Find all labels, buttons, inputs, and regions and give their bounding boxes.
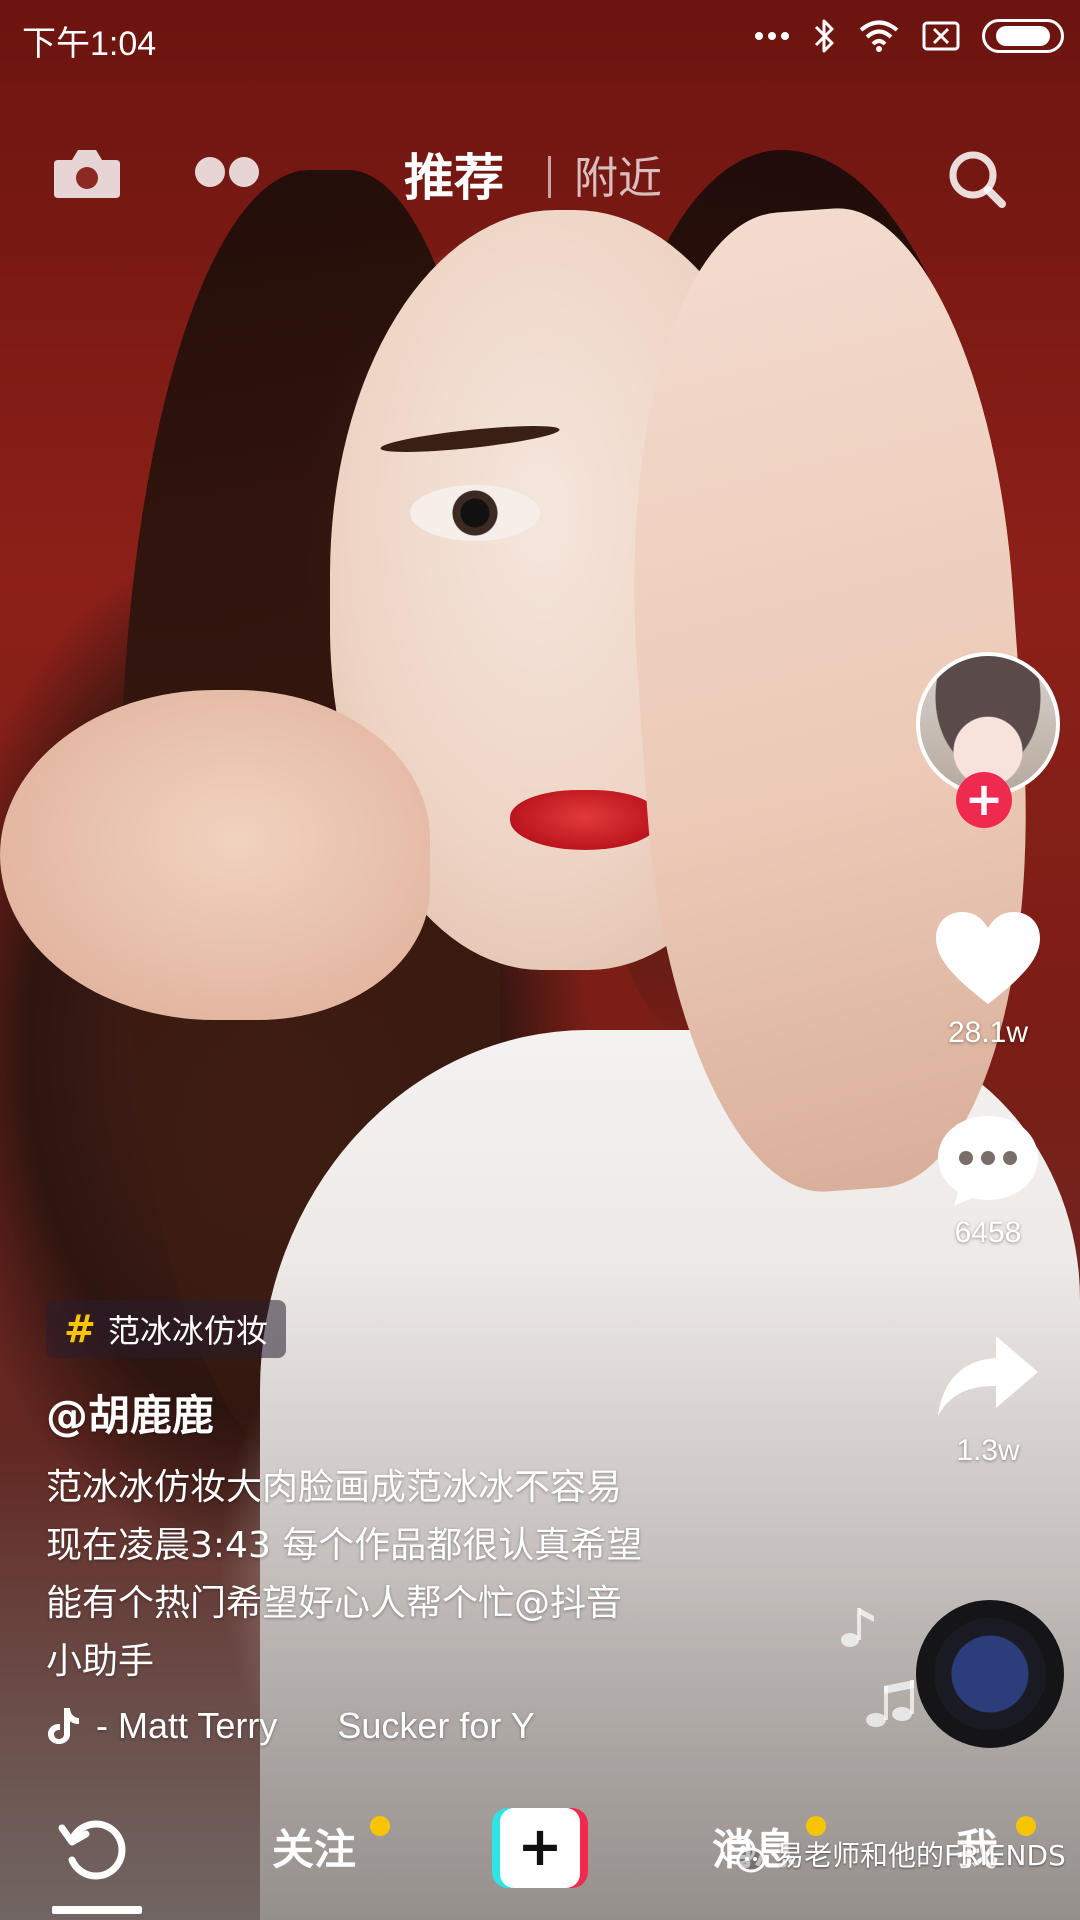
action-rail: + 28.1w 6458 1.3w [900, 640, 1080, 1770]
video-caption: # 范冰冰仿妆 @胡鹿鹿 范冰冰仿妆大肉脸画成范冰冰不容易 现在凌晨3:43 每… [46, 1300, 786, 1747]
nav-follow[interactable]: 关注 [272, 1816, 356, 1877]
comment-button[interactable]: 6458 [920, 1110, 1056, 1250]
battery-icon [982, 19, 1064, 53]
plus-icon: + [500, 1808, 580, 1888]
messages-badge-dot [806, 1816, 826, 1836]
music-info[interactable]: - Matt Terry Sucker for Y [46, 1705, 786, 1747]
status-time: 下午1:04 [22, 25, 157, 63]
share-button[interactable]: 1.3w [920, 1328, 1056, 1468]
video-frame-eyebrow [379, 420, 561, 458]
music-artist: - Matt Terry [96, 1705, 278, 1746]
tab-divider [548, 156, 551, 198]
tab-nearby[interactable]: 附近 [574, 142, 662, 206]
description-line: 小助手 [46, 1641, 155, 1682]
wifi-icon [858, 19, 900, 53]
wechat-icon [720, 1835, 766, 1873]
heart-icon [936, 912, 1040, 1004]
status-bar: 下午1:04 [0, 0, 1080, 76]
search-icon[interactable] [946, 148, 1008, 210]
video-frame-lips [510, 790, 660, 850]
me-badge-dot [1016, 1816, 1036, 1836]
active-tab-indicator [52, 1906, 142, 1914]
refresh-icon [58, 1820, 126, 1880]
like-button[interactable]: 28.1w [920, 910, 1056, 1050]
tab-recommend[interactable]: 推荐 [404, 138, 504, 210]
like-count: 28.1w [947, 1016, 1029, 1049]
music-notes-icon [841, 1608, 914, 1727]
music-title: Sucker for Y [337, 1705, 535, 1746]
watermark: 易老师和他的FRIENDS [720, 1834, 1066, 1874]
description-line: 能有个热门希望好心人帮个忙@抖音 [46, 1583, 623, 1624]
nav-home-refresh[interactable] [56, 1810, 134, 1888]
video-frame-face [330, 210, 800, 970]
description-line: 范冰冰仿妆大肉脸画成范冰冰不容易 [46, 1467, 623, 1508]
top-nav: 推荐 附近 [0, 130, 1080, 220]
video-frame-hair-left [120, 170, 500, 1470]
description-line: 现在凌晨3:43 每个作品都很认真希望 [46, 1525, 643, 1566]
music-disc[interactable] [916, 1600, 1064, 1748]
follow-button[interactable]: + [956, 772, 1012, 828]
comment-count: 6458 [954, 1216, 1022, 1249]
sim-off-icon [922, 21, 960, 51]
video-description: 范冰冰仿妆大肉脸画成范冰冰不容易 现在凌晨3:43 每个作品都很认真希望 能有个… [46, 1459, 786, 1691]
author-name[interactable]: @胡鹿鹿 [46, 1382, 786, 1443]
camera-icon[interactable] [52, 146, 122, 200]
tiktok-note-icon [48, 1708, 79, 1744]
follow-badge-dot [370, 1816, 390, 1836]
share-count: 1.3w [956, 1434, 1020, 1467]
dual-dots-icon[interactable] [192, 152, 262, 192]
hashtag-icon: # [64, 1307, 96, 1351]
video-frame-eye [410, 485, 540, 541]
create-button[interactable]: + [492, 1808, 588, 1888]
more-dots-icon [754, 31, 790, 41]
video-feed-screen[interactable]: 下午1:04 推荐 附近 + 28.1w 6458 1.3w # 范冰冰仿妆 @… [0, 0, 1080, 1920]
bluetooth-icon [812, 17, 836, 55]
video-frame-hand-left [0, 690, 430, 1020]
hashtag-chip[interactable]: # 范冰冰仿妆 [46, 1300, 286, 1358]
share-arrow-icon [938, 1336, 1038, 1416]
status-icons [754, 14, 1064, 58]
watermark-text: 易老师和他的FRIENDS [776, 1839, 1066, 1872]
hashtag-label: 范冰冰仿妆 [107, 1312, 268, 1350]
comment-bubble-icon [938, 1116, 1038, 1206]
